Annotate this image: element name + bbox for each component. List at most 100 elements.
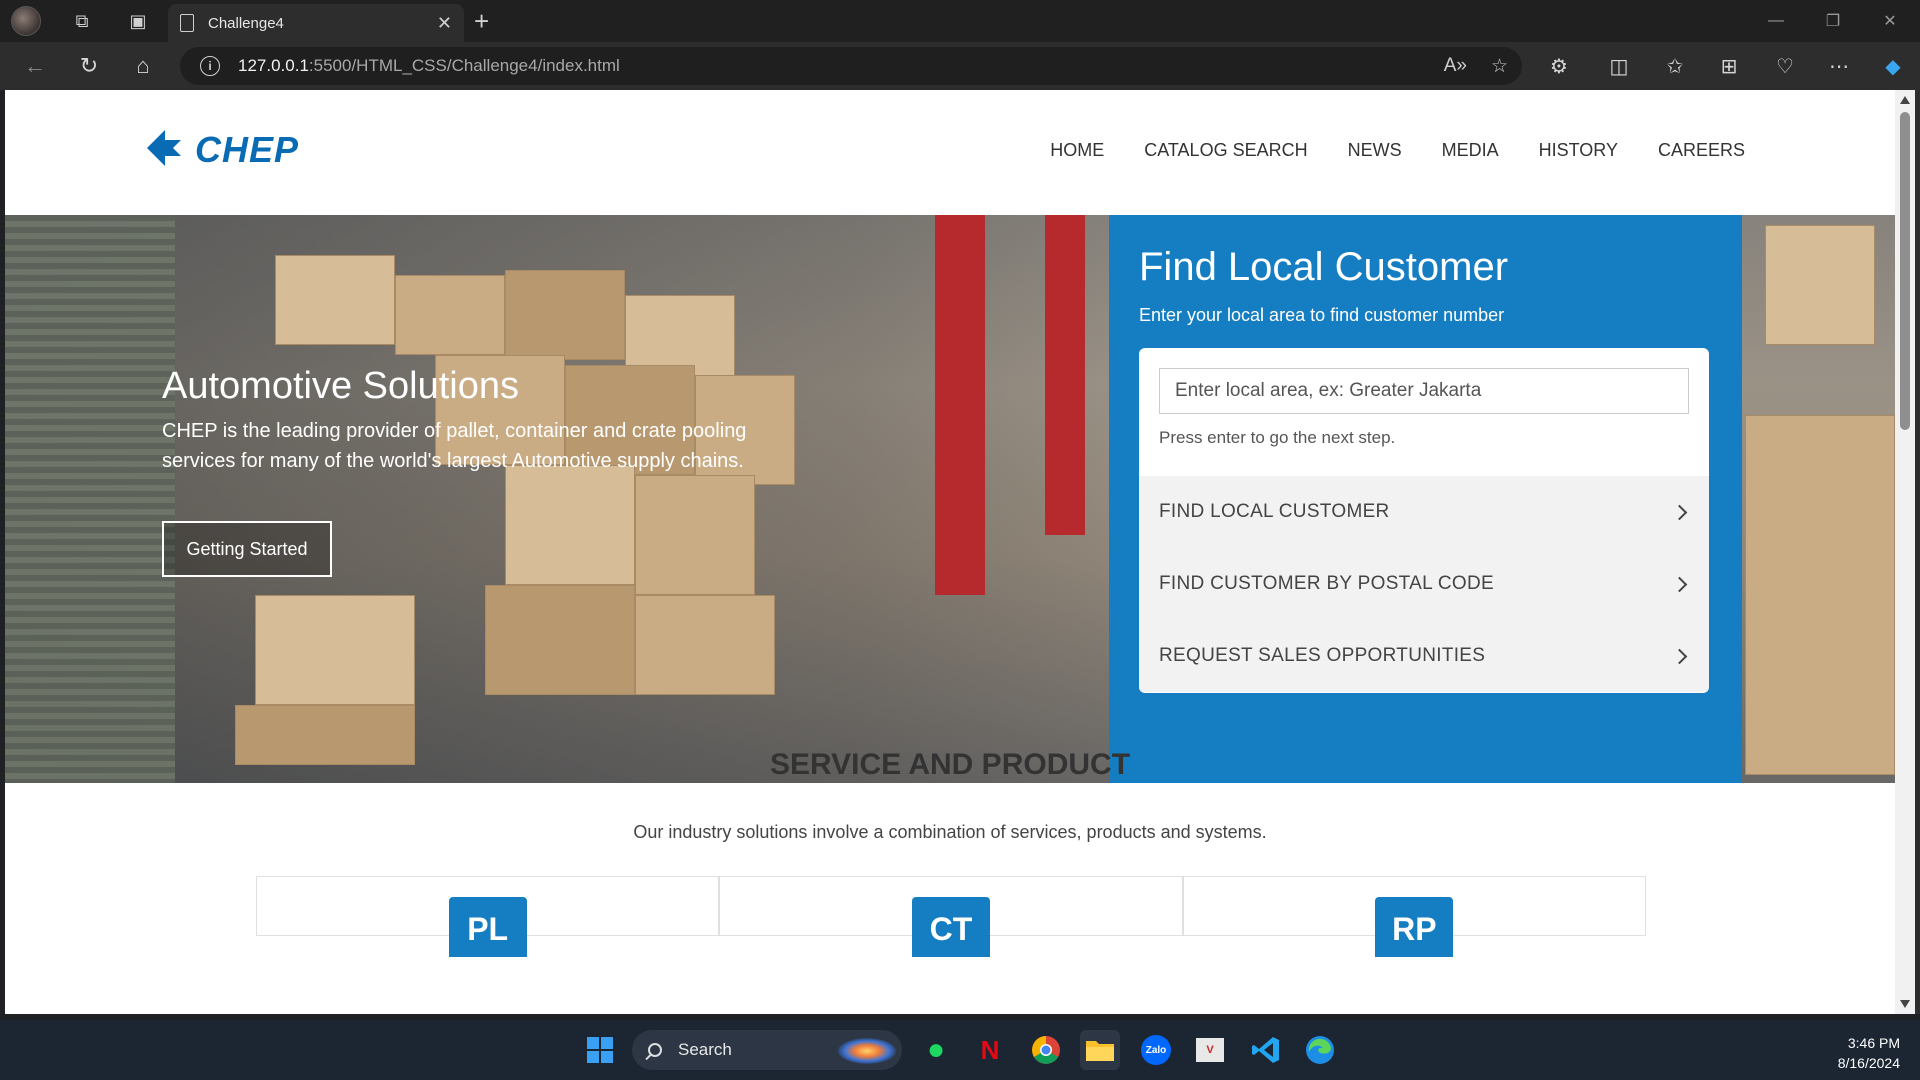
option-find-by-postal-code[interactable]: FIND CUSTOMER BY POSTAL CODE — [1139, 548, 1709, 620]
chep-logo-icon — [147, 130, 187, 166]
copilot-icon[interactable]: ◆ — [1866, 42, 1920, 90]
clock-time: 3:46 PM — [1847, 1035, 1900, 1051]
collections-icon[interactable]: ⊞ — [1702, 42, 1756, 90]
nav-catalog-search[interactable]: CATALOG SEARCH — [1144, 140, 1307, 161]
windows-logo-icon — [587, 1037, 613, 1063]
chep-logo[interactable]: CHEP — [143, 128, 299, 172]
service-card[interactable]: PL — [256, 876, 720, 957]
option-label: REQUEST SALES OPPORTUNITIES — [1159, 645, 1486, 666]
system-clock[interactable]: 3:46 PM 8/16/2024 — [1838, 1033, 1900, 1073]
favorites-icon[interactable]: ✩ — [1648, 42, 1702, 90]
main-nav: HOME CATALOG SEARCH NEWS MEDIA HISTORY C… — [1050, 140, 1745, 161]
service-card[interactable]: RP — [1182, 876, 1646, 957]
taskbar-search-label: Search — [678, 1040, 732, 1059]
getting-started-button[interactable]: Getting Started — [162, 521, 332, 577]
windows-start-icon[interactable] — [580, 1030, 620, 1070]
restore-button[interactable]: ❐ — [1805, 0, 1861, 42]
search-highlight-icon — [838, 1038, 896, 1064]
scroll-down-icon[interactable] — [1900, 1000, 1910, 1008]
hero-background-box — [275, 255, 395, 345]
vscode-logo-icon — [1252, 1037, 1279, 1063]
site-header: CHEP HOME CATALOG SEARCH NEWS MEDIA HIST… — [5, 90, 1895, 215]
hero-background-door — [935, 215, 985, 595]
service-badge: CT — [911, 897, 990, 957]
split-screen-icon[interactable]: ◫ — [1592, 42, 1646, 90]
logo-text: CHEP — [195, 129, 300, 170]
windows-taskbar — [0, 1020, 1920, 1080]
find-card: Enter local area, ex: Greater Jakarta Pr… — [1139, 348, 1709, 693]
scroll-up-icon[interactable] — [1900, 96, 1910, 104]
refresh-icon[interactable]: ↻ — [62, 42, 116, 90]
option-find-local-customer[interactable]: FIND LOCAL CUSTOMER — [1139, 476, 1709, 548]
site-info-icon[interactable]: i — [200, 56, 220, 76]
hero-description: CHEP is the leading provider of pallet, … — [162, 420, 747, 472]
read-aloud-icon[interactable]: A» — [1444, 55, 1467, 77]
zalo-icon[interactable]: Zalo — [1136, 1030, 1176, 1070]
hero-background-box — [635, 475, 755, 595]
hero-background-box — [485, 585, 635, 695]
edge-icon[interactable] — [1300, 1030, 1340, 1070]
url-host: 127.0.0.1 — [238, 56, 309, 75]
find-local-customer-panel: Find Local Customer Enter your local are… — [1109, 215, 1742, 783]
service-card[interactable]: CT — [719, 876, 1183, 957]
extensions-icon[interactable]: ⚙ — [1532, 42, 1586, 90]
find-hint: Press enter to go the next step. — [1159, 428, 1396, 447]
more-options-icon[interactable]: ⋯ — [1812, 42, 1866, 90]
services-subtitle: Our industry solutions involve a combina… — [633, 822, 1267, 842]
nav-news[interactable]: NEWS — [1348, 140, 1402, 161]
profile-avatar[interactable] — [6, 0, 46, 42]
favorite-star-icon[interactable]: ☆ — [1491, 55, 1508, 78]
service-badge: PL — [448, 897, 527, 957]
close-tab-icon[interactable]: ✕ — [437, 13, 452, 34]
nav-media[interactable]: MEDIA — [1442, 140, 1499, 161]
hero-title: Automotive Solutions — [162, 365, 519, 407]
hero-background-door — [1045, 215, 1085, 535]
option-request-sales[interactable]: REQUEST SALES OPPORTUNITIES — [1139, 620, 1709, 692]
chevron-right-icon — [1671, 576, 1688, 592]
local-area-input[interactable]: Enter local area, ex: Greater Jakarta — [1159, 368, 1689, 414]
url-path: :5500/HTML_CSS/Challenge4/index.html — [308, 56, 620, 75]
find-options-list: FIND LOCAL CUSTOMER FIND CUSTOMER BY POS… — [1139, 476, 1709, 692]
back-icon[interactable]: ← — [8, 42, 62, 90]
hero-background-box — [505, 465, 635, 585]
close-window-button[interactable]: ✕ — [1862, 0, 1918, 42]
chevron-right-icon — [1671, 648, 1688, 664]
spotify-icon[interactable]: ● — [916, 1030, 956, 1070]
hero-background-box — [1765, 225, 1875, 345]
browser-tab-active[interactable]: Challenge4 ✕ — [168, 4, 464, 42]
scrollbar-thumb[interactable] — [1900, 112, 1910, 430]
chevron-right-icon — [1671, 504, 1688, 520]
browser-essentials-icon[interactable]: ♡ — [1758, 42, 1812, 90]
page-scrollbar[interactable] — [1895, 90, 1915, 1014]
hero-background-box — [395, 275, 505, 355]
tab-title: Challenge4 — [208, 14, 284, 32]
option-label: FIND LOCAL CUSTOMER — [1159, 501, 1390, 522]
hero-background-box — [1745, 415, 1895, 775]
find-panel-title: Find Local Customer — [1139, 245, 1509, 289]
service-cards: PL CT RP — [256, 876, 1646, 957]
nav-history[interactable]: HISTORY — [1539, 140, 1618, 161]
edge-logo-icon — [1306, 1036, 1334, 1064]
workspaces-icon[interactable]: ⧉ — [62, 0, 102, 42]
chrome-icon[interactable] — [1026, 1030, 1066, 1070]
clock-date: 8/16/2024 — [1837, 1055, 1900, 1071]
home-icon[interactable]: ⌂ — [116, 42, 170, 90]
nav-careers[interactable]: CAREERS — [1658, 140, 1745, 161]
vertical-tabs-icon[interactable]: ▣ — [118, 0, 158, 42]
service-badge: RP — [1375, 897, 1454, 957]
hero-background-stack — [5, 215, 175, 783]
option-label: FIND CUSTOMER BY POSTAL CODE — [1159, 573, 1494, 594]
vscode-icon[interactable] — [1246, 1030, 1286, 1070]
nav-home[interactable]: HOME — [1050, 140, 1104, 161]
document-icon — [180, 14, 194, 32]
new-tab-button[interactable]: + — [474, 6, 489, 37]
file-explorer-icon[interactable] — [1080, 1030, 1120, 1070]
window-edge — [1915, 90, 1920, 1014]
search-icon — [648, 1043, 662, 1057]
unikey-icon[interactable]: V — [1190, 1030, 1230, 1070]
chrome-logo-icon — [1032, 1036, 1060, 1064]
taskbar-search[interactable]: Search — [632, 1030, 902, 1070]
address-bar[interactable]: i 127.0.0.1:5500/HTML_CSS/Challenge4/ind… — [180, 47, 1522, 85]
netflix-icon[interactable]: N — [970, 1030, 1010, 1070]
minimize-button[interactable]: — — [1748, 0, 1804, 42]
